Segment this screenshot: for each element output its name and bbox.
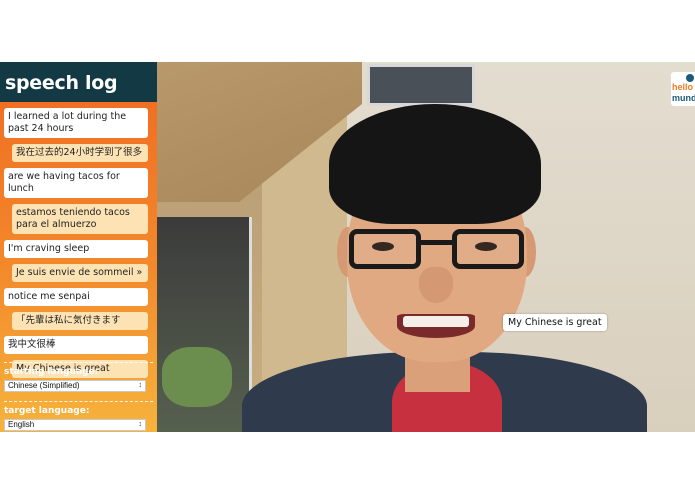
updown-arrow-icon: ↕ xyxy=(138,421,143,428)
hello-mundo-logo: hello mundo xyxy=(671,72,695,106)
starting-language-section: starting language: Chinese (Simplified) … xyxy=(0,362,157,392)
person-hair xyxy=(329,104,541,224)
app-window: speech log I learned a lot during the pa… xyxy=(0,62,695,432)
logo-text-line1: hello xyxy=(672,82,694,92)
target-language-section: target language: English ↕ xyxy=(0,401,157,431)
target-language-label: target language: xyxy=(4,406,90,416)
logo-text-line2: mundo xyxy=(672,93,695,103)
background-tree xyxy=(162,347,232,407)
webcam-video-feed: My Chinese is great hello mundo xyxy=(157,62,695,432)
log-entry-source: are we having tacos for lunch xyxy=(4,168,148,198)
person-nose xyxy=(419,267,453,303)
glasses-lens xyxy=(349,229,421,269)
updown-arrow-icon: ↕ xyxy=(138,382,143,389)
background-window xyxy=(367,64,475,106)
divider xyxy=(4,401,153,402)
log-entry-translation: estamos teniendo tacos para el almuerzo xyxy=(12,204,148,234)
target-language-select[interactable]: English ↕ xyxy=(4,419,146,431)
starting-language-label: starting language: xyxy=(4,367,99,377)
person-teeth xyxy=(403,316,469,327)
logo-dot-icon xyxy=(686,74,694,82)
log-entry-source: I learned a lot during the past 24 hours xyxy=(4,108,148,138)
sidebar-title: speech log xyxy=(0,62,157,102)
sidebar: speech log I learned a lot during the pa… xyxy=(0,62,157,432)
glasses-lens xyxy=(452,229,524,269)
log-entry-source: 我中文很棒 xyxy=(4,336,148,354)
starting-language-select[interactable]: Chinese (Simplified) ↕ xyxy=(4,380,146,392)
log-entry-source: notice me senpai xyxy=(4,288,148,306)
log-entry-translation: 「先輩は私に気付きます xyxy=(12,312,148,330)
translation-caption: My Chinese is great xyxy=(503,314,607,331)
log-entry-source: I'm craving sleep xyxy=(4,240,148,258)
glasses-bridge xyxy=(419,240,454,245)
target-language-value: English xyxy=(8,420,35,429)
divider xyxy=(4,362,153,363)
log-entry-translation: Je suis envie de sommeil » xyxy=(12,264,148,282)
log-entry-translation: 我在过去的24小时学到了很多 xyxy=(12,144,148,162)
starting-language-value: Chinese (Simplified) xyxy=(8,381,80,390)
speech-log-list: I learned a lot during the past 24 hours… xyxy=(0,102,157,378)
